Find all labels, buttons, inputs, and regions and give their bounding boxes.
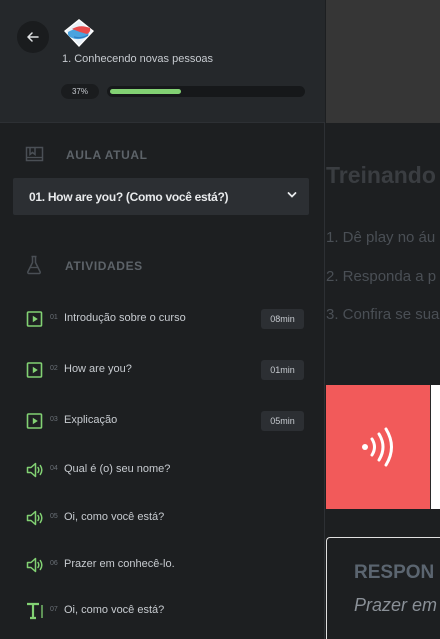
speaker-icon (26, 557, 43, 573)
play-icon (26, 413, 43, 429)
instruction-step: 2. Responda a p (326, 268, 437, 285)
speaker-icon (26, 462, 43, 478)
activity-label: Oi, como você está? (64, 604, 165, 616)
activity-label: Qual é (o) seu nome? (64, 463, 171, 475)
response-title: RESPON (354, 562, 435, 583)
instruction-step: 3. Confira se sua (326, 306, 440, 323)
lesson-heading: Treinando (326, 162, 436, 188)
progress-bar-fill (110, 89, 181, 94)
back-button[interactable] (17, 21, 49, 53)
current-lesson-section-label: AULA ATUAL (66, 148, 148, 162)
text-icon (27, 602, 43, 620)
play-icon (26, 362, 43, 378)
course-sidebar: 1. Conhecendo novas pessoas 37% AULA ATU… (0, 0, 325, 639)
progress-bar (107, 86, 305, 97)
play-icon (26, 311, 43, 327)
video-player[interactable] (326, 0, 440, 123)
chevron-down-icon (287, 192, 297, 198)
activity-label: Prazer em conhecê-lo. (64, 558, 175, 570)
activity-item[interactable]: 04 Qual é (o) seu nome? (0, 453, 325, 487)
activity-number: 03 (50, 416, 58, 423)
audio-play-card[interactable] (326, 385, 430, 509)
activity-duration-badge: 05min (261, 411, 304, 431)
sidebar-header: 1. Conhecendo novas pessoas 37% (0, 0, 325, 123)
activity-number: 01 (50, 314, 58, 321)
activity-item[interactable]: 03 Explicação 05min (0, 404, 325, 438)
course-title: 1. Conhecendo novas pessoas (62, 53, 214, 65)
activity-item[interactable]: 01 Introdução sobre o curso 08min (0, 302, 325, 336)
activity-label: Explicação (64, 414, 118, 426)
current-lesson-dropdown[interactable]: 01. How are you? (Como você está?) (13, 178, 309, 215)
response-text: Prazer em (354, 595, 438, 615)
activity-duration-badge: 08min (261, 309, 304, 329)
activity-number: 06 (50, 560, 58, 567)
progress-percent-badge: 37% (61, 84, 99, 99)
activity-label: Introdução sobre o curso (64, 312, 186, 324)
activity-label: Oi, como você está? (64, 511, 165, 523)
activity-item[interactable]: 06 Prazer em conhecê-lo. (0, 548, 325, 582)
lesson-content: Treinando 1. Dê play no áu 2. Responda a… (326, 0, 440, 639)
audio-card-panel (430, 385, 440, 509)
activity-item[interactable]: 07 Oi, como você está? (0, 594, 325, 628)
activity-item[interactable]: 05 Oi, como você está? (0, 501, 325, 535)
activity-number: 07 (50, 606, 58, 613)
activity-label: How are you? (64, 363, 132, 375)
instruction-step: 1. Dê play no áu (326, 229, 436, 246)
activity-number: 05 (50, 513, 58, 520)
sound-waves-icon (362, 427, 393, 467)
speaker-icon (26, 510, 43, 526)
activities-section-label: ATIVIDADES (65, 259, 143, 273)
arrow-left-icon (27, 32, 39, 42)
course-logo-icon (64, 19, 94, 47)
activity-item[interactable]: 02 How are you? 01min (0, 353, 325, 387)
current-lesson-title: 01. How are you? (Como você está?) (29, 189, 229, 204)
flask-icon (27, 255, 41, 275)
activity-duration-badge: 01min (261, 360, 304, 380)
activity-number: 04 (50, 465, 58, 472)
activity-number: 02 (50, 365, 58, 372)
response-box: RESPON Prazer em (326, 537, 440, 639)
app-root: 1. Conhecendo novas pessoas 37% AULA ATU… (0, 0, 440, 639)
book-icon (25, 146, 44, 162)
